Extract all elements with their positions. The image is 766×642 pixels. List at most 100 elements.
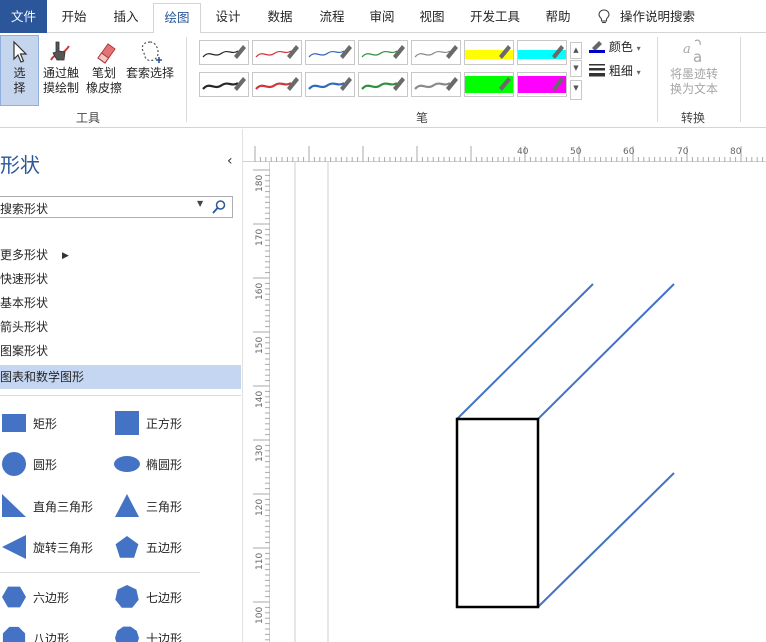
tab-insert[interactable]: 插入 — [106, 0, 146, 33]
ruler-tick-label: 140 — [255, 390, 265, 408]
pointer-icon — [12, 40, 27, 63]
pen-swatch[interactable] — [358, 40, 408, 65]
stencil-basic-shapes[interactable]: 基本形状 — [0, 291, 241, 315]
tab-view[interactable]: 视图 — [412, 0, 452, 33]
lasso-select-button[interactable]: 套索选择 — [124, 35, 176, 106]
stroke-eraser-button[interactable]: 笔划 橡皮擦 — [84, 35, 124, 106]
ruler-tick-label: 160 — [255, 282, 265, 300]
shape-master-label: 旋转三角形 — [33, 541, 94, 555]
diagonal-line-upper-right[interactable] — [537, 283, 675, 420]
stencil-arrow-shapes[interactable]: 箭头形状 — [0, 315, 241, 339]
pen-swatch[interactable] — [199, 40, 249, 65]
rotated-triangle-icon — [2, 535, 26, 559]
tab-draw[interactable]: 绘图 — [153, 3, 201, 34]
visio-window: 文件 开始 插入 绘图 设计 数据 流程 审阅 视图 开发工具 帮助 操作说明搜… — [0, 0, 766, 642]
draw-with-touch-button[interactable]: 通过触 摸绘制 — [41, 35, 81, 106]
pen-swatch[interactable] — [199, 72, 249, 97]
thickness-label: 粗细 — [608, 64, 633, 78]
shape-master[interactable]: 椭圆形 — [113, 449, 223, 479]
ruler-tick-label: 120 — [255, 498, 265, 516]
shape-master[interactable]: 正方形 — [113, 408, 223, 438]
convert-label-1: 将墨迹转 — [669, 67, 718, 81]
ink-to-text-button[interactable]: a a 将墨迹转 换为文本 — [664, 35, 724, 106]
color-label: 颜色 — [608, 40, 633, 54]
tab-process[interactable]: 流程 — [311, 0, 353, 33]
shape-master[interactable]: 圆形 — [0, 449, 110, 479]
shape-master[interactable]: 旋转三角形 — [0, 532, 110, 562]
shape-master[interactable]: 矩形 — [0, 408, 110, 438]
ruler-tick-label: 70 — [677, 147, 689, 157]
tab-review[interactable]: 审阅 — [362, 0, 402, 33]
touch-label-2: 摸绘制 — [42, 81, 79, 95]
pen-swatch[interactable] — [411, 72, 461, 97]
tools-group-label: 工具 — [76, 111, 101, 125]
pen-swatch[interactable] — [305, 72, 355, 97]
ribbon-draw: 选 择 通过触 摸绘制 笔划 橡皮擦 套索选择 工具 ▲ ▼ ▼ 笔 颜色 ▾ … — [0, 33, 766, 128]
highlighter-icon — [465, 76, 513, 93]
tab-developer[interactable]: 开发工具 — [463, 0, 527, 33]
stencil-pattern-shapes[interactable]: 图案形状 — [0, 339, 241, 363]
shape-master-label: 七边形 — [146, 591, 183, 605]
pen-icon — [202, 77, 246, 91]
lasso-label: 套索选择 — [125, 66, 174, 80]
search-icon[interactable] — [211, 199, 227, 215]
rectangle-shape[interactable] — [455, 417, 540, 609]
lightbulb-icon — [598, 9, 610, 24]
tab-home[interactable]: 开始 — [54, 0, 94, 33]
diagonal-line-upper-left[interactable] — [456, 283, 594, 420]
pen-swatch[interactable] — [517, 40, 567, 65]
pen-swatch[interactable] — [252, 40, 302, 65]
pen-swatch[interactable] — [252, 72, 302, 97]
collapse-pane-icon[interactable]: ‹ — [227, 153, 233, 169]
drawing-canvas[interactable] — [270, 162, 766, 642]
diagonal-line-lower-right[interactable] — [537, 472, 675, 608]
tab-data[interactable]: 数据 — [259, 0, 301, 33]
gallery-expand[interactable]: ▼ — [570, 80, 582, 100]
eraser-icon — [97, 43, 116, 64]
svg-text:a: a — [693, 48, 702, 66]
shape-search-input[interactable]: 搜索形状 — [0, 200, 48, 217]
shapes-pane: 形状 ‹ 搜索形状 ▼ 更多形状 ▶ 快速形状 基本形状 箭头形状 图案形状 图… — [0, 129, 243, 642]
tab-design[interactable]: 设计 — [207, 0, 249, 33]
select-button[interactable]: 选 择 — [0, 35, 39, 106]
highlighter-icon — [518, 45, 566, 59]
ruler-tick-label: 80 — [730, 147, 742, 157]
pen-swatch[interactable] — [358, 72, 408, 97]
stencil-quick-shapes[interactable]: 快速形状 — [0, 267, 241, 291]
ruler-tick-label: 60 — [623, 147, 635, 157]
pen-swatch[interactable] — [464, 40, 514, 65]
tab-file[interactable]: 文件 — [0, 0, 47, 33]
gallery-scroll-up[interactable]: ▲ — [570, 42, 582, 59]
shape-master[interactable]: 直角三角形 — [0, 491, 110, 521]
shape-master[interactable]: 六边形 — [0, 582, 110, 612]
pen-swatch[interactable] — [305, 40, 355, 65]
shape-master[interactable]: 八边形 — [0, 623, 110, 642]
tab-help[interactable]: 帮助 — [537, 0, 579, 33]
stencil-more-shapes[interactable]: 更多形状 — [0, 243, 241, 267]
shape-search-box[interactable]: 搜索形状 ▼ — [0, 196, 233, 218]
shape-master[interactable]: 十边形 — [113, 623, 223, 642]
more-shapes-arrow-icon: ▶ — [62, 251, 69, 261]
pens-group-label: 笔 — [416, 111, 429, 125]
search-dropdown-icon[interactable]: ▼ — [197, 199, 203, 208]
pen-swatch[interactable] — [517, 72, 567, 97]
ruler-tick-label: 130 — [255, 444, 265, 462]
color-button[interactable]: 颜色 ▾ — [589, 38, 641, 55]
shape-master[interactable]: 五边形 — [113, 532, 223, 562]
hexagon-icon — [2, 586, 26, 608]
pen-swatch[interactable] — [464, 72, 514, 97]
pane-divider — [0, 572, 200, 573]
gallery-scroll-down[interactable]: ▼ — [570, 60, 582, 77]
vertical-ruler: 180 170 160 150 140 130 120 110 100 — [251, 162, 270, 642]
thickness-button[interactable]: 粗细 ▾ — [589, 62, 641, 79]
pen-swatch[interactable] — [411, 40, 461, 65]
stencil-charts-math[interactable]: 图表和数学图形 — [0, 365, 241, 389]
tell-me-search[interactable]: 操作说明搜索 — [620, 0, 702, 33]
ruler-tick-label: 110 — [255, 552, 265, 570]
pentagon-icon — [115, 536, 139, 558]
shape-master[interactable]: 三角形 — [113, 491, 223, 521]
shape-master[interactable]: 七边形 — [113, 582, 223, 612]
ribbon-tab-bar: 文件 开始 插入 绘图 设计 数据 流程 审阅 视图 开发工具 帮助 操作说明搜… — [0, 0, 766, 34]
shape-master-label: 八边形 — [33, 632, 70, 642]
shape-master-label: 椭圆形 — [146, 458, 183, 472]
